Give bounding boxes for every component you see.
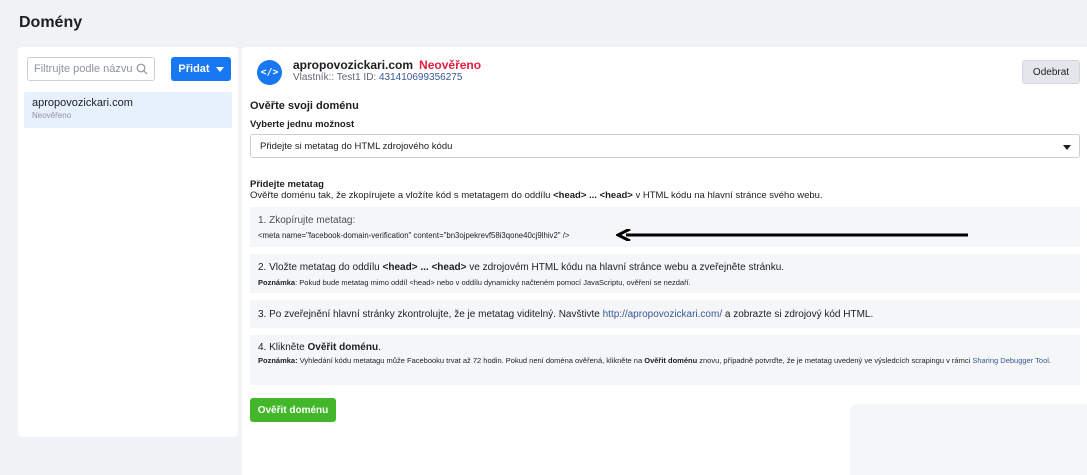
add-domain-button[interactable]: Přidat — [171, 57, 231, 81]
sharing-debugger-link[interactable]: Sharing Debugger Tool — [972, 356, 1049, 365]
sidebar: Přidat apropovozickari.com Neověřeno — [18, 47, 238, 437]
domain-name: apropovozickari.com — [293, 58, 414, 72]
step1-text: 1. Zkopírujte metatag: — [258, 215, 356, 226]
step-paste-metatag: 2. Vložte metatag do oddílu <head> ... <… — [250, 254, 1080, 293]
add-button-label: Přidat — [178, 63, 210, 75]
metatag-description: Ověřte doménu tak, že zkopírujete a vlož… — [250, 190, 823, 201]
domain-link[interactable]: http://apropovozickari.com/ — [603, 309, 723, 320]
id-label: ID: — [363, 72, 377, 83]
metatag-section-title: Přidejte metatag — [250, 179, 324, 190]
overlay-panel — [850, 404, 1087, 475]
step-copy-metatag: 1. Zkopírujte metatag: <meta name="faceb… — [250, 207, 1080, 247]
verify-section-title: Ověřte svoji doménu — [250, 100, 359, 112]
step-check-visibility: 3. Po zveřejnění hlavní stránky zkontrol… — [250, 300, 1080, 328]
main-panel: </> apropovozickari.com Neověřeno Vlastní… — [242, 47, 1087, 475]
owner-label: Vlastník:: Test1 — [293, 72, 361, 83]
step2-note: Poznámka: Pokud bude metatag mimo oddíl … — [258, 278, 691, 287]
step-click-verify: 4. Klikněte Ověřit doménu. Poznámka: Vyh… — [250, 335, 1080, 385]
search-box[interactable] — [27, 57, 155, 81]
status-badge: Neověřeno — [419, 58, 482, 72]
remove-button[interactable]: Odebrat — [1022, 60, 1080, 84]
step4-note: Poznámka: Vyhledání kódu metatagu může F… — [258, 356, 1052, 365]
domain-item-name: apropovozickari.com — [32, 97, 133, 109]
domain-title: apropovozickari.com Neověřeno — [293, 58, 481, 72]
search-icon[interactable] — [136, 63, 148, 75]
page-title: Domény — [19, 14, 83, 31]
verify-domain-button[interactable]: Ověřit doménu — [250, 398, 336, 422]
verification-method-select[interactable]: Přidejte si metatag do HTML zdrojového k… — [250, 134, 1080, 158]
step3-text: 3. Po zveřejnění hlavní stránky zkontrol… — [258, 309, 874, 320]
select-label: Vyberte jednu možnost — [250, 119, 355, 130]
step2-text: 2. Vložte metatag do oddílu <head> ... <… — [258, 262, 785, 273]
domain-list-item[interactable]: apropovozickari.com Neověřeno — [24, 92, 232, 128]
arrow-left-icon — [616, 229, 968, 241]
owner-id[interactable]: 431410699356275 — [379, 72, 462, 83]
search-input[interactable] — [28, 58, 134, 80]
code-icon: </> — [257, 60, 282, 85]
metatag-code[interactable]: <meta name="facebook-domain-verification… — [258, 231, 569, 240]
select-value: Přidejte si metatag do HTML zdrojového k… — [260, 141, 453, 152]
caret-down-icon — [1063, 145, 1071, 150]
caret-down-icon — [215, 66, 224, 72]
domain-item-status: Neověřeno — [32, 111, 72, 120]
step4-text: 4. Klikněte Ověřit doménu. — [258, 342, 381, 353]
domain-owner: Vlastník:: Test1 ID: 431410699356275 — [293, 72, 462, 83]
